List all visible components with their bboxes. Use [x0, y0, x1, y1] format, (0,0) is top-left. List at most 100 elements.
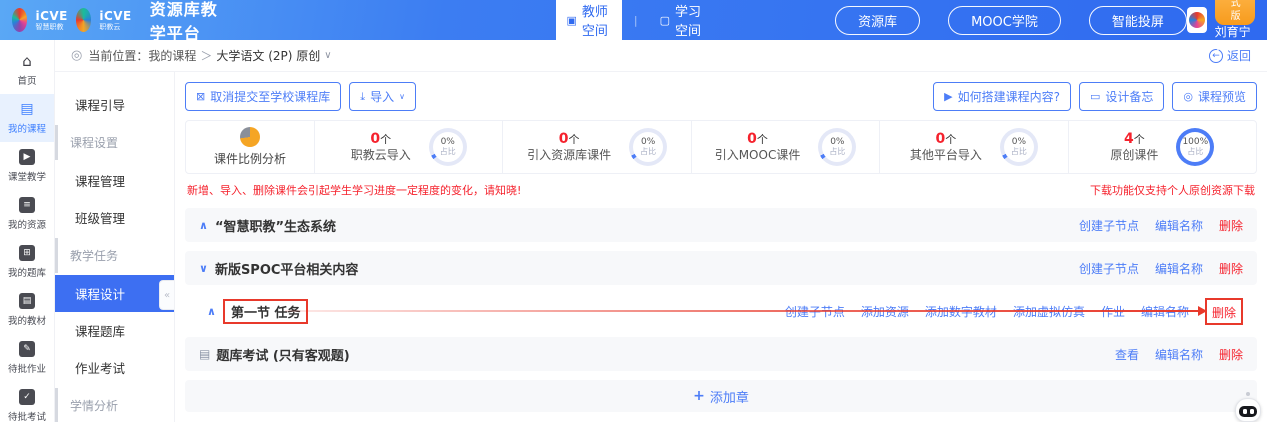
stat-unit: 个 [568, 133, 579, 146]
how-to-build-button[interactable]: ▶ 如何搭建课程内容? [933, 82, 1071, 111]
view-link[interactable]: 查看 [1115, 346, 1139, 363]
sidebar-label: 待批作业 [8, 360, 46, 374]
logo1-acronym: iCVE [35, 10, 67, 22]
icve-zhihui-logo-icon [12, 8, 27, 32]
resource-library-button[interactable]: 资源库 [835, 6, 920, 35]
menu-item-course-question-bank[interactable]: 课程题库 [55, 312, 174, 349]
sidebar-item-home[interactable]: ⌂ 首页 [0, 46, 54, 94]
exam-title: 题库考试 (只有客观题) [216, 345, 349, 364]
menu-item-homework-exam[interactable]: 作业考试 [55, 349, 174, 386]
stat-name: 引入MOOC课件 [715, 148, 801, 164]
sidebar-item-pending-exams[interactable]: ✓ 待批考试 [0, 382, 54, 422]
stat-unit: 个 [380, 133, 391, 146]
logo2-acronym: iCVE [99, 10, 131, 22]
breadcrumb-prefix: 当前位置： [88, 47, 148, 64]
sidebar-item-classroom-teaching[interactable]: ▶ 课堂教学 [0, 142, 54, 190]
plus-icon: + [693, 388, 705, 404]
sidebar-label: 我的课程 [8, 120, 46, 134]
sidebar-item-my-courses[interactable]: ▤ 我的课程 [0, 94, 54, 142]
menu-item-course-guide[interactable]: 课程引导 [55, 86, 174, 123]
space-switcher: ▣ 教师空间 | ▢ 学习空间 [556, 0, 715, 43]
mooc-academy-button[interactable]: MOOC学院 [948, 6, 1061, 35]
sidebar-item-my-textbooks[interactable]: ▤ 我的教材 [0, 286, 54, 334]
question-bank-icon: ⊞ [19, 245, 35, 261]
import-dropdown-button[interactable]: ⤓ 导入 ∨ [349, 82, 416, 111]
icve-zhihui-logo-text: iCVE 智慧职教 [35, 10, 67, 31]
expand-arrow-icon[interactable]: ∨ [199, 262, 208, 275]
teacher-space-tab[interactable]: ▣ 教师空间 [556, 0, 621, 43]
menu-item-class-management[interactable]: 班级管理 [55, 199, 174, 236]
edit-name-link[interactable]: 编辑名称 [1155, 346, 1203, 363]
menu-item-course-design[interactable]: 课程设计 [55, 275, 174, 312]
smart-casting-button[interactable]: 智能投屏 [1089, 6, 1187, 35]
gauge-label: 占比 [1011, 148, 1027, 157]
chapter-row-ecosystem: ∧ “智慧职教”生态系统 创建子节点 编辑名称 删除 [185, 208, 1257, 242]
breadcrumb-my-courses[interactable]: 我的课程 [148, 47, 196, 64]
exam-icon: ✓ [19, 389, 35, 405]
primary-sidebar: ⌂ 首页 ▤ 我的课程 ▶ 课堂教学 ≡ 我的资源 ⊞ 我的题库 ▤ 我的教材 [0, 40, 55, 422]
sidebar-label: 我的教材 [8, 312, 46, 326]
row-question-bank-exam: ▤ 题库考试 (只有客观题) 查看 编辑名称 删除 [185, 337, 1257, 371]
delete-link[interactable]: 删除 [1212, 306, 1236, 320]
chevron-down-icon[interactable]: ∨ [324, 50, 331, 61]
stat-zhijiaoyun-import: 0个 职教云导入 0%占比 [314, 121, 502, 173]
learning-space-tab[interactable]: ▢ 学习空间 [650, 0, 715, 43]
design-memo-button[interactable]: ▭ 设计备忘 [1079, 82, 1164, 111]
teacher-space-icon: ▣ [566, 14, 576, 27]
gauge-label: 占比 [440, 148, 456, 157]
add-chapter-button[interactable]: + 添加章 [185, 380, 1257, 412]
avatar[interactable] [1187, 7, 1207, 33]
top-header: iCVE 智慧职教 iCVE 职教云 资源库教学平台 ▣ 教师空间 | ▢ 学习… [0, 0, 1267, 40]
import-label: 导入 [370, 88, 394, 105]
sidebar-item-my-resources[interactable]: ≡ 我的资源 [0, 190, 54, 238]
nav-divider: | [634, 14, 638, 27]
chapter-title: 新版SPOC平台相关内容 [215, 259, 358, 278]
delete-link[interactable]: 删除 [1219, 346, 1243, 363]
course-design-panel: ⊠ 取消提交至学校课程库 ⤓ 导入 ∨ ▶ 如何搭建课程内容? [175, 72, 1267, 422]
sidebar-item-pending-homework[interactable]: ✎ 待批作业 [0, 334, 54, 382]
menu-header-learning-analysis: 学情分析 [55, 388, 174, 422]
add-chapter-label: 添加章 [710, 387, 749, 406]
section-row-first-task: ∧ 第一节 任务 创建子节点 添加资源 添加数字教材 添加虚拟仿真 作业 [185, 294, 1257, 328]
menu-item-course-management[interactable]: 课程管理 [55, 162, 174, 199]
textbook-icon: ▤ [19, 293, 35, 309]
sidebar-collapse-handle[interactable]: « [159, 280, 174, 310]
download-restriction-note: 下载功能仅支持个人原创资源下载 [1090, 182, 1255, 198]
user-name: 刘育宁 [1215, 25, 1251, 39]
cancel-submit-button[interactable]: ⊠ 取消提交至学校课程库 [185, 82, 341, 111]
edit-name-link[interactable]: 编辑名称 [1155, 217, 1203, 234]
ratio-analysis-label-group: 课件比例分析 [186, 127, 314, 167]
platform-title: 资源库教学平台 [150, 0, 227, 44]
edit-name-link[interactable]: 编辑名称 [1155, 260, 1203, 277]
edition-badge: 正式版 [1215, 0, 1255, 25]
breadcrumb-separator: ＞ [200, 47, 212, 64]
stat-count: 0 [370, 131, 380, 147]
collapse-arrow-icon[interactable]: ∧ [199, 219, 208, 232]
collapse-arrow-icon[interactable]: ∧ [207, 305, 216, 318]
sidebar-label: 课堂教学 [8, 168, 46, 182]
delete-link[interactable]: 删除 [1219, 217, 1243, 234]
ratio-analysis-label: 课件比例分析 [214, 150, 286, 167]
design-memo-label: 设计备忘 [1105, 88, 1153, 105]
stat-original-courseware: 4个 原创课件 100%占比 [1068, 121, 1256, 173]
stat-unit: 个 [1134, 133, 1145, 146]
teacher-space-label: 教师空间 [582, 1, 612, 39]
course-preview-button[interactable]: ◎ 课程预览 [1172, 82, 1257, 111]
download-icon: ⤓ [360, 91, 365, 102]
stat-other-platform-import: 0个 其他平台导入 0%占比 [879, 121, 1067, 173]
submit-icon: ⊠ [196, 91, 205, 102]
course-structure-list: ∧ “智慧职教”生态系统 创建子节点 编辑名称 删除 ∨ 新版SPOC平台相关内… [185, 208, 1257, 412]
delete-link[interactable]: 删除 [1219, 260, 1243, 277]
assistant-robot-icon[interactable] [1235, 392, 1261, 422]
breadcrumb-current-course[interactable]: 大学语文 (2P) 原创 [216, 47, 320, 64]
create-child-node-link[interactable]: 创建子节点 [1079, 260, 1139, 277]
book-icon: ▤ [19, 101, 35, 117]
location-icon: ◎ [71, 48, 82, 63]
eye-icon: ◎ [1183, 91, 1193, 102]
header-pill-nav: 资源库 MOOC学院 智能投屏 [835, 6, 1187, 35]
stat-name: 职教云导入 [351, 148, 411, 164]
create-child-node-link[interactable]: 创建子节点 [1079, 217, 1139, 234]
percent-gauge: 0%占比 [818, 128, 856, 166]
sidebar-item-my-question-bank[interactable]: ⊞ 我的题库 [0, 238, 54, 286]
monitor-icon: ▭ [1090, 91, 1100, 102]
